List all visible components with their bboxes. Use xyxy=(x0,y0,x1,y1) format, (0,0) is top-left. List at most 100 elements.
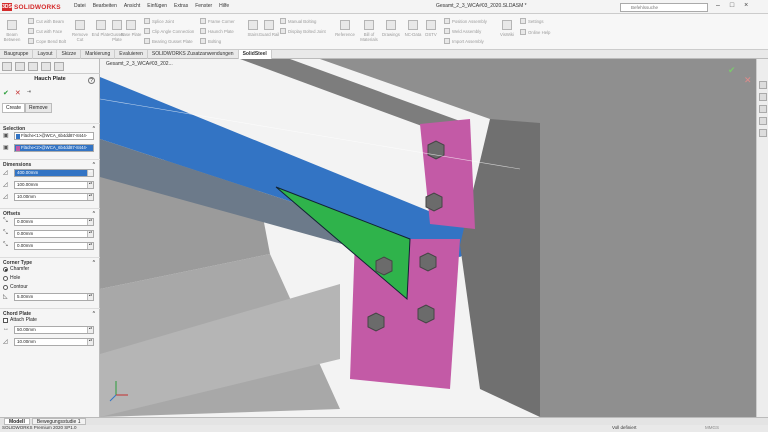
viswiki-button[interactable]: VisWiki xyxy=(496,20,518,37)
tab-addins[interactable]: SOLIDWORKS Zusatzanwendungen xyxy=(148,50,239,59)
offset-2-field[interactable]: 0.00mm ▴▾ xyxy=(14,230,94,238)
radio-contour[interactable]: Contour xyxy=(3,284,28,290)
bolting-button[interactable]: Bolting xyxy=(200,38,221,44)
length-icon: ◿ xyxy=(3,170,8,176)
manual-bolting-button[interactable]: Manual Bolting xyxy=(280,18,316,24)
menu-bar: Datei Bearbeiten Ansicht Einfügen Extras… xyxy=(74,3,229,9)
ok-check-icon[interactable]: ✔ xyxy=(3,89,9,97)
tab-sketch[interactable]: Skizze xyxy=(57,50,82,59)
import-icon xyxy=(444,38,450,44)
tab-solidsteel[interactable]: SolidSteel xyxy=(238,50,272,59)
feature-tree-flyout[interactable]: Gesamt_2_3_WCA#03_202... xyxy=(106,61,173,67)
close-icon[interactable]: × xyxy=(744,2,748,9)
drawings-button[interactable]: Drawings xyxy=(380,20,402,37)
command-search-input[interactable]: Befehlssuche xyxy=(620,3,708,12)
tab-create[interactable]: Create xyxy=(2,103,26,113)
beam-between-button[interactable]: Beam Between xyxy=(1,20,23,42)
splice-icon xyxy=(144,18,150,24)
cope-bend-bolt-button[interactable]: Cope Bend Bolt xyxy=(28,38,66,44)
chord-length-field[interactable]: 50.00mm ▴▾ xyxy=(14,326,94,334)
library-icon[interactable] xyxy=(759,93,767,101)
confirm-check-icon[interactable]: ✔ xyxy=(728,65,736,76)
appearance-icon[interactable] xyxy=(54,62,64,71)
offset-1-field[interactable]: 0.00mm ▴▾ xyxy=(14,218,94,226)
solidworks-logo[interactable]: 3DS SOLIDWORKS xyxy=(2,2,61,12)
spinner[interactable]: ▴▾ xyxy=(87,231,93,237)
width-field[interactable]: 100.00mm ▴▾ xyxy=(14,181,94,189)
chamfer-size-field[interactable]: 5.00mm ▴▾ xyxy=(14,293,94,301)
tab-model[interactable]: Modell xyxy=(4,418,30,425)
graphics-area[interactable]: Gesamt_2_3_WCA#03_202... ⌕ ⌕ ↺ ◧ ◈ ◐ ◉ ●… xyxy=(100,59,756,417)
chord-thickness-field[interactable]: 10.00mm ▴▾ xyxy=(14,338,94,346)
import-assembly-button[interactable]: Import Assembly xyxy=(444,38,484,44)
tab-assembly[interactable]: Baugruppe xyxy=(0,50,34,59)
tab-layout[interactable]: Layout xyxy=(33,50,58,59)
menu-window[interactable]: Fenster xyxy=(195,3,212,9)
splice-joint-button[interactable]: Splice Joint xyxy=(144,18,174,24)
status-units[interactable]: MMGS xyxy=(705,425,719,430)
thickness-field[interactable]: 10.00mm ▴▾ xyxy=(14,193,94,201)
guard-rail-icon xyxy=(264,20,274,30)
spinner[interactable]: ▴▾ xyxy=(87,170,93,176)
file-explorer-icon[interactable] xyxy=(759,105,767,113)
config-manager-icon[interactable] xyxy=(28,62,38,71)
attach-plate-checkbox[interactable]: Attach Plate xyxy=(3,317,37,323)
haunch-plate-button[interactable]: Haunch Plate xyxy=(200,28,234,34)
spinner[interactable]: ▴▾ xyxy=(87,182,93,188)
spinner[interactable]: ▴▾ xyxy=(87,219,93,225)
guard-rail-button[interactable]: Guard Rail xyxy=(258,20,280,37)
selection-face-1[interactable]: Fläche<1>@WCA_6b4dd87-8444- xyxy=(14,132,94,140)
menu-insert[interactable]: Einfügen xyxy=(147,3,167,9)
display-bolted-joint-button[interactable]: Display Bolted Joint xyxy=(280,28,326,34)
bill-of-materials-button[interactable]: Bill of Materials xyxy=(358,20,380,42)
chamfer-icon: ◺ xyxy=(3,294,8,300)
minimize-icon[interactable]: – xyxy=(716,2,720,9)
clip-angle-button[interactable]: Clip Angle Connection xyxy=(144,28,194,34)
face-color-swatch xyxy=(16,134,20,139)
radio-chamfer[interactable]: Chamfer xyxy=(3,266,29,272)
menu-file[interactable]: Datei xyxy=(74,3,86,9)
command-tabs: Baugruppe Layout Skizze Markierung Evalu… xyxy=(0,50,768,59)
menu-view[interactable]: Ansicht xyxy=(124,3,140,9)
tab-evaluate[interactable]: Evaluieren xyxy=(115,50,148,59)
confirm-cancel-icon[interactable]: ✕ xyxy=(744,75,752,86)
radio-hole[interactable]: Hole xyxy=(3,275,20,281)
property-manager-icon[interactable] xyxy=(15,62,25,71)
cut-with-beam-button[interactable]: Cut with Beam xyxy=(28,18,64,24)
reference-button[interactable]: Reference xyxy=(334,20,356,37)
feature-tree-icon[interactable] xyxy=(2,62,12,71)
dstv-button[interactable]: DSTV xyxy=(420,20,442,37)
restore-icon[interactable]: □ xyxy=(730,2,734,9)
spinner[interactable]: ▴▾ xyxy=(87,339,93,345)
weld-assembly-button[interactable]: Weld Assembly xyxy=(444,28,481,34)
spinner[interactable]: ▴▾ xyxy=(87,194,93,200)
selection-face-2[interactable]: Fläche<2>@WCA_6b4dd87-8444- xyxy=(14,144,94,152)
remove-cut-button[interactable]: Remove Cut xyxy=(69,20,91,42)
settings-button[interactable]: Settings xyxy=(520,18,544,24)
tab-markup[interactable]: Markierung xyxy=(81,50,116,59)
help-icon[interactable]: ? xyxy=(88,77,95,84)
bolt-6 xyxy=(417,304,435,324)
menu-help[interactable]: Hilfe xyxy=(219,3,229,9)
online-help-button[interactable]: Online Help xyxy=(520,29,550,35)
menu-edit[interactable]: Bearbeiten xyxy=(93,3,117,9)
cut-with-face-button[interactable]: Cut with Face xyxy=(28,28,62,34)
bearing-gusset-button[interactable]: Bearing Gusset Plate xyxy=(144,38,193,44)
base-plate-button[interactable]: Base Plate xyxy=(120,20,142,37)
menu-tools[interactable]: Extras xyxy=(174,3,188,9)
position-assembly-button[interactable]: Position Assembly xyxy=(444,18,487,24)
spinner[interactable]: ▴▾ xyxy=(87,243,93,249)
spinner[interactable]: ▴▾ xyxy=(87,327,93,333)
tab-motion-study[interactable]: Bewegungsstudie 1 xyxy=(31,418,86,425)
spinner[interactable]: ▴▾ xyxy=(87,294,93,300)
length-field[interactable]: 400.00mm ▴▾ xyxy=(14,169,94,177)
dim-expert-icon[interactable] xyxy=(41,62,51,71)
appearances-icon[interactable] xyxy=(759,129,767,137)
offset-3-field[interactable]: 0.00mm ▴▾ xyxy=(14,242,94,250)
frame-corner-button[interactable]: Frame Corner xyxy=(200,18,235,24)
palette-icon[interactable] xyxy=(759,117,767,125)
home-icon[interactable] xyxy=(759,81,767,89)
tab-remove[interactable]: Remove xyxy=(25,103,52,113)
pin-icon[interactable]: ⇥ xyxy=(27,89,31,97)
cancel-x-icon[interactable]: ✕ xyxy=(15,89,21,97)
